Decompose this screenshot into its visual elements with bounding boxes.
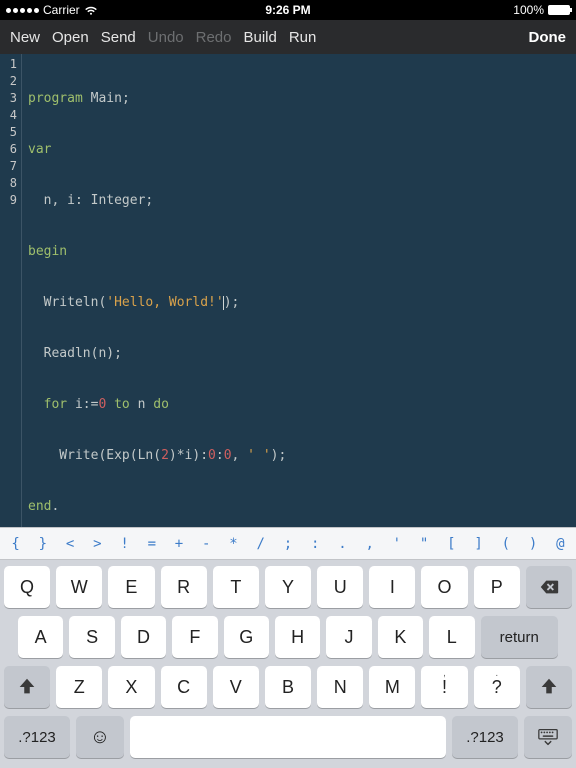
open-button[interactable]: Open xyxy=(52,29,89,46)
key-j[interactable]: J xyxy=(326,616,371,658)
key-x[interactable]: X xyxy=(108,666,154,708)
key-z[interactable]: Z xyxy=(56,666,102,708)
onscreen-keyboard: Q W E R T Y U I O P A S D F G H J K L re… xyxy=(0,560,576,768)
editor-toolbar: New Open Send Undo Redo Build Run Done xyxy=(0,20,576,54)
key-c[interactable]: C xyxy=(161,666,207,708)
key-n[interactable]: N xyxy=(317,666,363,708)
key-question[interactable]: . ? xyxy=(474,666,520,708)
shift-icon xyxy=(538,676,560,698)
key-y[interactable]: Y xyxy=(265,566,311,608)
key-p[interactable]: P xyxy=(474,566,520,608)
key-e[interactable]: E xyxy=(108,566,154,608)
redo-button[interactable]: Redo xyxy=(196,29,232,46)
key-m[interactable]: M xyxy=(369,666,415,708)
key-u[interactable]: U xyxy=(317,566,363,608)
key-v[interactable]: V xyxy=(213,666,259,708)
sym-key[interactable]: ] xyxy=(465,536,492,552)
sym-key[interactable]: ( xyxy=(492,536,519,552)
key-h[interactable]: H xyxy=(275,616,320,658)
key-a[interactable]: A xyxy=(18,616,63,658)
send-button[interactable]: Send xyxy=(101,29,136,46)
done-button[interactable]: Done xyxy=(529,29,567,46)
code-editor[interactable]: 1 2 3 4 5 6 7 8 9 program Main; var n, i… xyxy=(0,54,576,527)
key-k[interactable]: K xyxy=(378,616,423,658)
sym-key[interactable]: > xyxy=(84,536,111,552)
symbol-accessory-bar: { } < > ! = + - * / ; : . , ' " [ ] ( ) … xyxy=(0,527,576,560)
undo-button[interactable]: Undo xyxy=(148,29,184,46)
key-t[interactable]: T xyxy=(213,566,259,608)
sym-key[interactable]: ! xyxy=(111,536,138,552)
return-key[interactable]: return xyxy=(481,616,559,658)
key-d[interactable]: D xyxy=(121,616,166,658)
sym-key[interactable]: ' xyxy=(383,536,410,552)
numeric-toggle-key-left[interactable]: .?123 xyxy=(4,716,70,758)
sym-key[interactable]: - xyxy=(193,536,220,552)
code-content[interactable]: program Main; var n, i: Integer; begin W… xyxy=(22,54,286,527)
key-l[interactable]: L xyxy=(429,616,474,658)
run-button[interactable]: Run xyxy=(289,29,317,46)
new-button[interactable]: New xyxy=(10,29,40,46)
key-o[interactable]: O xyxy=(421,566,467,608)
sym-key[interactable]: " xyxy=(411,536,438,552)
sym-key[interactable]: = xyxy=(138,536,165,552)
shift-key-left[interactable] xyxy=(4,666,50,708)
sym-key[interactable]: * xyxy=(220,536,247,552)
sym-key[interactable]: @ xyxy=(547,536,574,552)
sym-key[interactable]: { xyxy=(2,536,29,552)
sym-key[interactable]: : xyxy=(302,536,329,552)
space-key[interactable] xyxy=(130,716,446,758)
key-exclaim[interactable]: , ! xyxy=(421,666,467,708)
key-r[interactable]: R xyxy=(161,566,207,608)
sym-key[interactable]: ; xyxy=(274,536,301,552)
build-button[interactable]: Build xyxy=(243,29,276,46)
key-b[interactable]: B xyxy=(265,666,311,708)
emoji-key[interactable]: ☺ xyxy=(76,716,124,758)
numeric-toggle-key-right[interactable]: .?123 xyxy=(452,716,518,758)
battery-icon xyxy=(548,5,570,15)
shift-icon xyxy=(16,676,38,698)
smile-icon: ☺ xyxy=(90,726,110,749)
ios-status-bar: Carrier 9:26 PM 100% xyxy=(0,0,576,20)
sym-key[interactable]: } xyxy=(29,536,56,552)
sym-key[interactable]: [ xyxy=(438,536,465,552)
sym-key[interactable]: + xyxy=(165,536,192,552)
key-w[interactable]: W xyxy=(56,566,102,608)
sym-key[interactable]: / xyxy=(247,536,274,552)
sym-key[interactable]: , xyxy=(356,536,383,552)
keyboard-hide-icon xyxy=(537,726,559,748)
line-gutter: 1 2 3 4 5 6 7 8 9 xyxy=(0,54,22,527)
key-q[interactable]: Q xyxy=(4,566,50,608)
sym-key[interactable]: ) xyxy=(519,536,546,552)
hide-keyboard-key[interactable] xyxy=(524,716,572,758)
key-f[interactable]: F xyxy=(172,616,217,658)
backspace-icon xyxy=(538,576,560,598)
clock-label: 9:26 PM xyxy=(0,3,576,17)
sym-key[interactable]: < xyxy=(56,536,83,552)
key-s[interactable]: S xyxy=(69,616,114,658)
shift-key-right[interactable] xyxy=(526,666,572,708)
sym-key[interactable]: . xyxy=(329,536,356,552)
backspace-key[interactable] xyxy=(526,566,572,608)
key-g[interactable]: G xyxy=(224,616,269,658)
key-i[interactable]: I xyxy=(369,566,415,608)
